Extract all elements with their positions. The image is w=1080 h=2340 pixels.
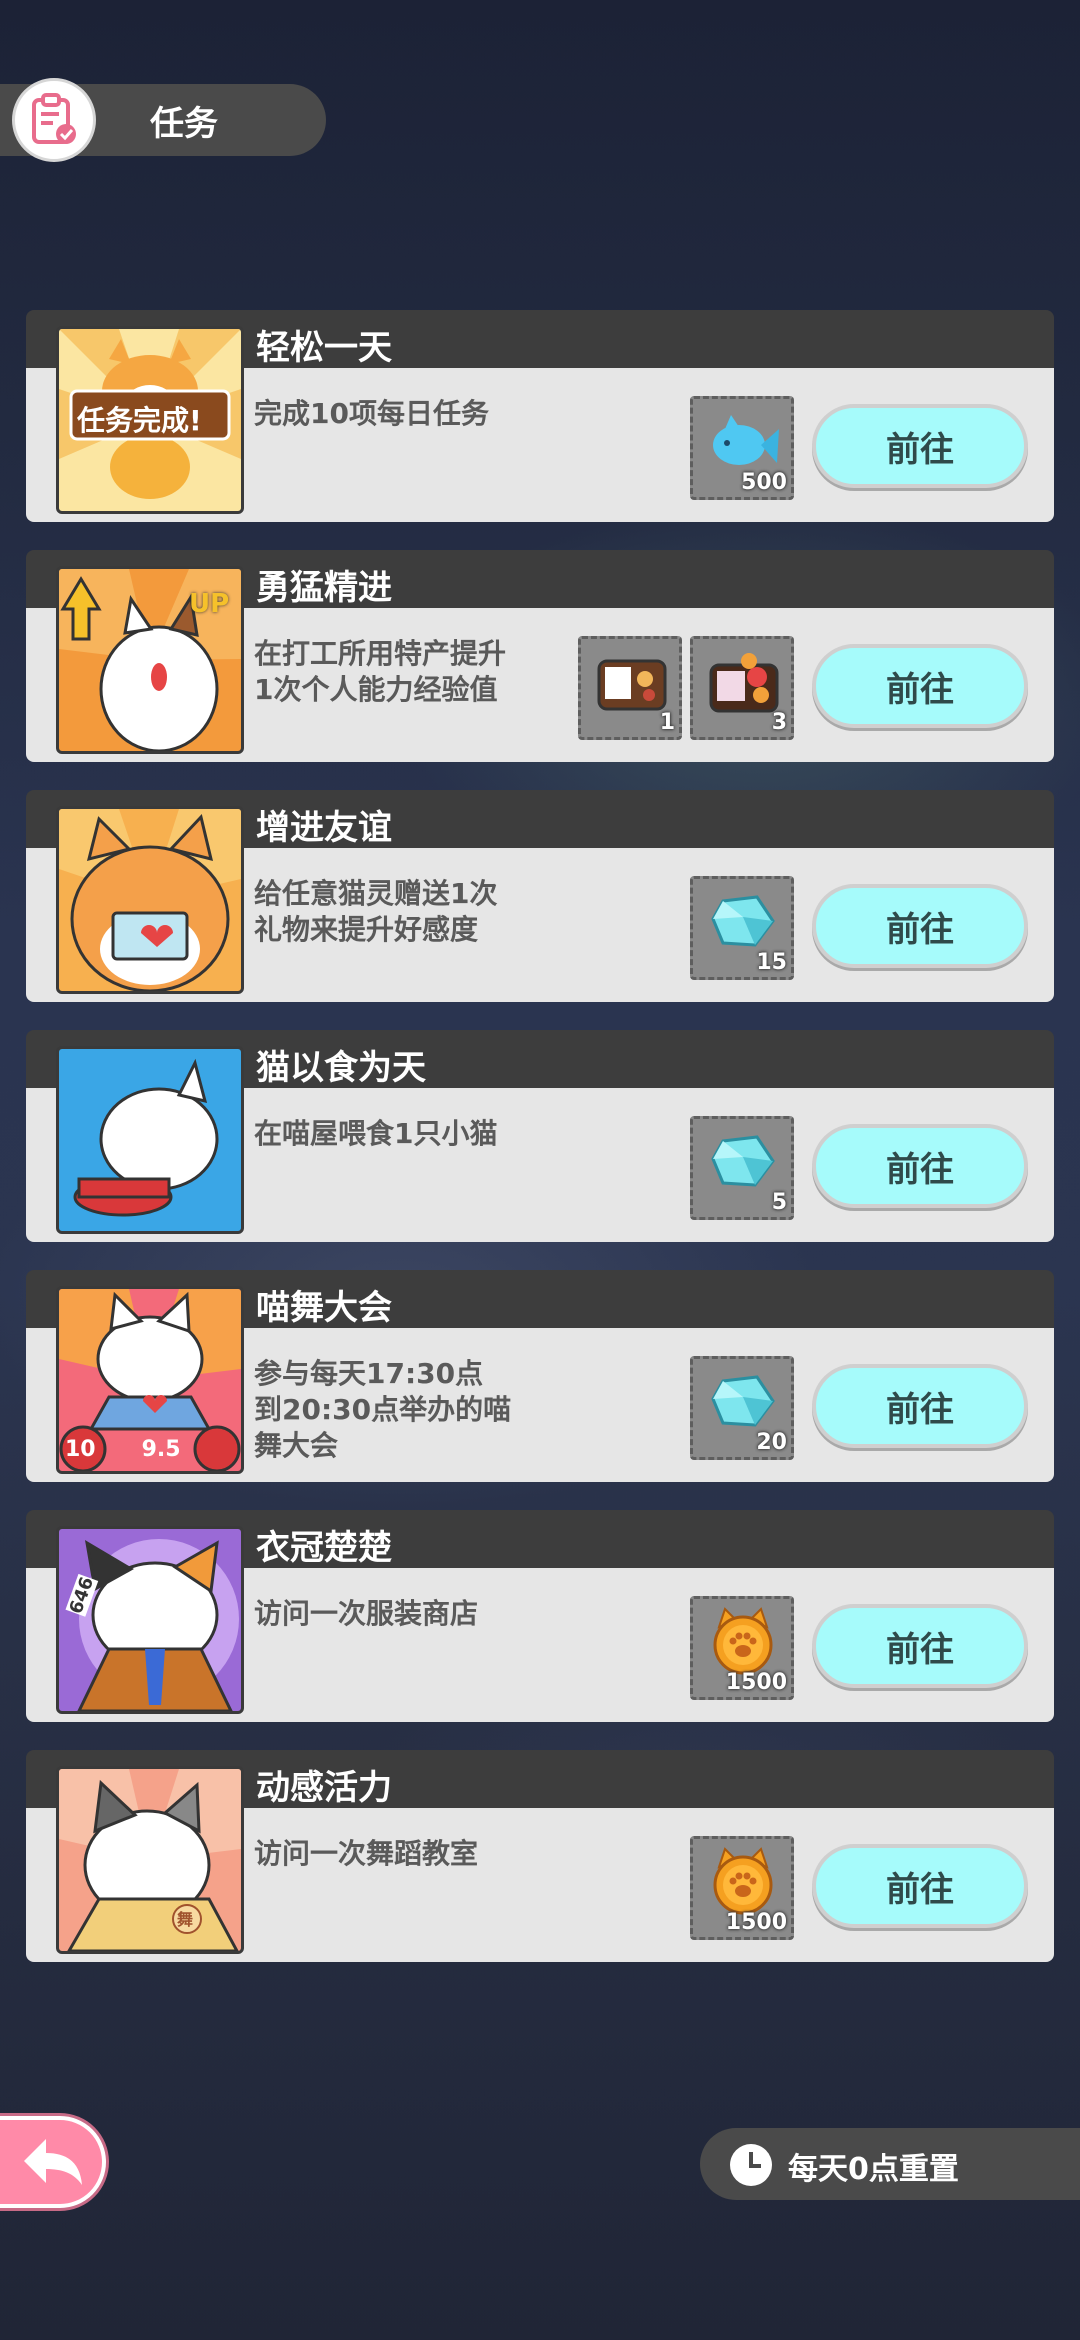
task-card: 10 9.5 喵舞大会 参与每天17:30点 到20:30点举办的喵 舞大会 2… bbox=[26, 1270, 1054, 1482]
reset-text: 每天0点重置 bbox=[788, 2152, 959, 2187]
reward-slot: 500 bbox=[690, 396, 794, 500]
task-card: 增进友谊 给任意猫灵赠送1次 礼物来提升好感度 15 前往 bbox=[26, 790, 1054, 1002]
bento-box-icon bbox=[597, 659, 667, 711]
page-title: 任务 bbox=[150, 104, 218, 144]
task-description: 给任意猫灵赠送1次 礼物来提升好感度 bbox=[254, 877, 498, 946]
task-card: 舞 动感活力 访问一次舞蹈教室 1500 前往 bbox=[26, 1750, 1054, 1962]
food-box-icon bbox=[709, 653, 779, 713]
back-button[interactable] bbox=[0, 2116, 106, 2208]
go-button[interactable]: 前往 bbox=[812, 1124, 1028, 1208]
paw-coin-icon bbox=[713, 1847, 773, 1915]
task-description: 在喵屋喂食1只小猫 bbox=[254, 1117, 498, 1150]
task-title: 动感活力 bbox=[256, 1768, 392, 1808]
clipboard-icon bbox=[12, 78, 96, 162]
score-labels: 10 9.5 bbox=[65, 1437, 181, 1462]
task-card: 646 衣冠楚楚 访问一次服装商店 1500 前往 bbox=[26, 1510, 1054, 1722]
task-thumbnail: 任务完成! bbox=[56, 326, 244, 514]
task-title: 增进友谊 bbox=[256, 808, 392, 848]
task-description: 访问一次舞蹈教室 bbox=[254, 1837, 479, 1870]
task-thumbnail: 舞 bbox=[56, 1766, 244, 1954]
crystal-icon bbox=[711, 1135, 775, 1187]
go-button[interactable]: 前往 bbox=[812, 1844, 1028, 1928]
paw-coin-icon bbox=[713, 1607, 773, 1675]
reward-slot: 20 bbox=[690, 1356, 794, 1460]
go-button[interactable]: 前往 bbox=[812, 1364, 1028, 1448]
task-title: 轻松一天 bbox=[256, 328, 392, 368]
reward-count: 1500 bbox=[725, 1670, 787, 1695]
up-label: UP bbox=[189, 589, 230, 619]
reward-slot: 3 bbox=[690, 636, 794, 740]
reward-count: 1 bbox=[659, 710, 675, 735]
reward-slot: 1500 bbox=[690, 1836, 794, 1940]
task-card: 猫以食为天 在喵屋喂食1只小猫 5 前往 bbox=[26, 1030, 1054, 1242]
go-button[interactable]: 前往 bbox=[812, 884, 1028, 968]
task-title: 喵舞大会 bbox=[256, 1288, 392, 1328]
reward-slot: 5 bbox=[690, 1116, 794, 1220]
reward-count: 20 bbox=[756, 1430, 787, 1455]
reward-count: 500 bbox=[741, 470, 787, 495]
go-button[interactable]: 前往 bbox=[812, 1604, 1028, 1688]
reward-count: 1500 bbox=[725, 1910, 787, 1935]
crystal-icon bbox=[711, 1375, 775, 1427]
task-thumbnail: 646 bbox=[56, 1526, 244, 1714]
task-title: 勇猛精进 bbox=[256, 568, 392, 608]
task-thumbnail bbox=[56, 806, 244, 994]
task-thumbnail: UP bbox=[56, 566, 244, 754]
crystal-icon bbox=[711, 895, 775, 947]
task-description: 访问一次服装商店 bbox=[254, 1597, 479, 1630]
back-arrow-icon bbox=[24, 2139, 82, 2185]
task-description: 完成10项每日任务 bbox=[254, 397, 489, 430]
reward-slot: 15 bbox=[690, 876, 794, 980]
reward-count: 5 bbox=[771, 1190, 787, 1215]
task-thumbnail: 10 9.5 bbox=[56, 1286, 244, 1474]
blue-fish-icon bbox=[713, 415, 779, 465]
reward-count: 3 bbox=[771, 710, 787, 735]
go-button[interactable]: 前往 bbox=[812, 644, 1028, 728]
task-complete-label: 任务完成! bbox=[77, 404, 202, 437]
badge-label: 舞 bbox=[177, 1910, 194, 1929]
task-title: 衣冠楚楚 bbox=[256, 1528, 392, 1568]
task-description: 在打工所用特产提升 1次个人能力经验值 bbox=[254, 637, 507, 706]
task-description: 参与每天17:30点 到20:30点举办的喵 舞大会 bbox=[254, 1357, 512, 1462]
task-card: 任务完成! 轻松一天 完成10项每日任务 500 前往 bbox=[26, 310, 1054, 522]
task-title: 猫以食为天 bbox=[256, 1048, 426, 1088]
go-button[interactable]: 前往 bbox=[812, 404, 1028, 488]
reward-slot: 1500 bbox=[690, 1596, 794, 1700]
task-card: UP 勇猛精进 在打工所用特产提升 1次个人能力经验值 1 3 前往 bbox=[26, 550, 1054, 762]
task-thumbnail bbox=[56, 1046, 244, 1234]
clock-icon bbox=[730, 2144, 772, 2186]
reward-slot: 1 bbox=[578, 636, 682, 740]
reward-count: 15 bbox=[756, 950, 787, 975]
